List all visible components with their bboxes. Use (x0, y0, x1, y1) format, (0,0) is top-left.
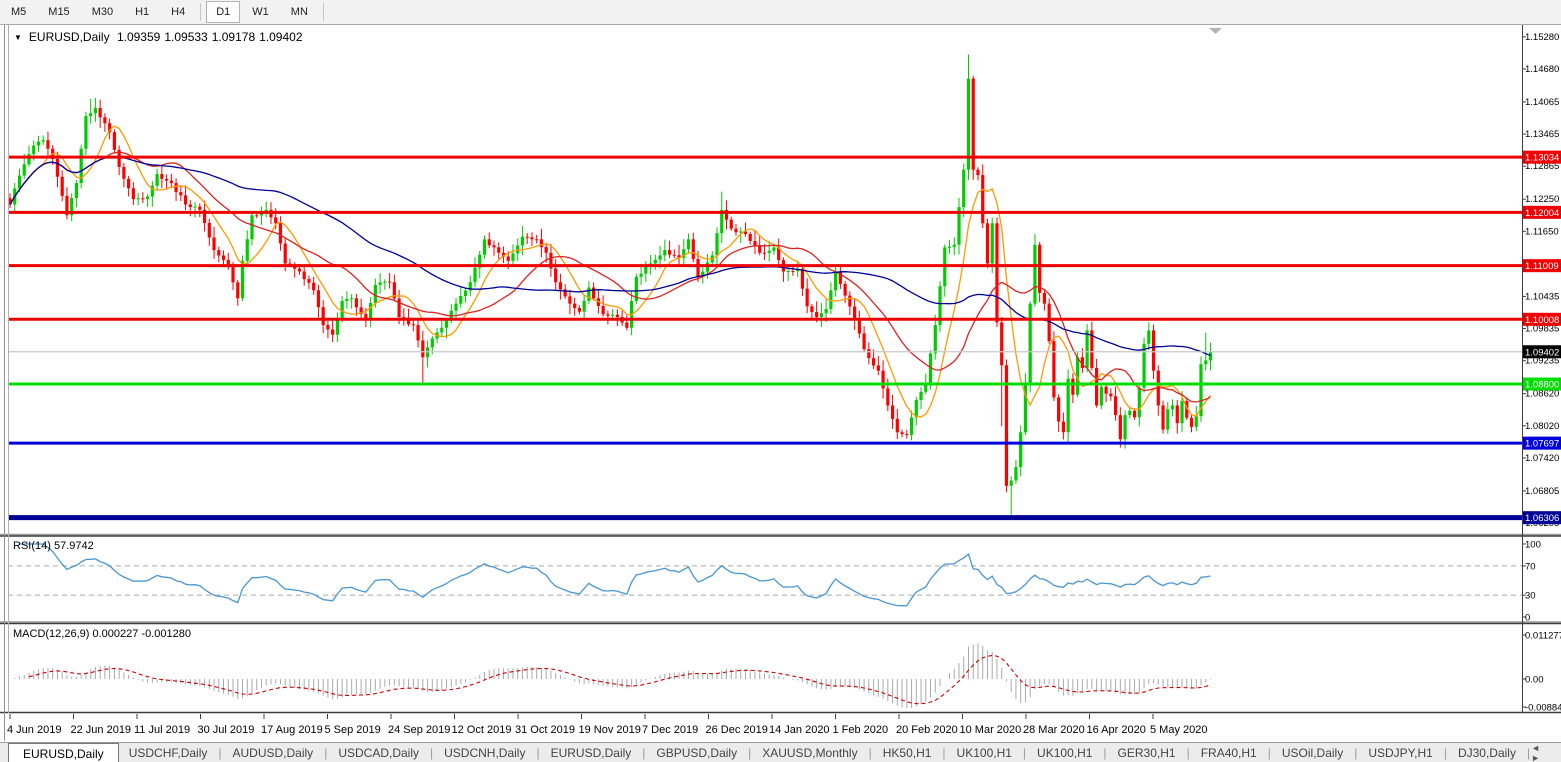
chart-canvas[interactable]: 1.152801.146801.140651.134651.128651.122… (0, 25, 1561, 742)
tab-eurusd-daily[interactable]: EURUSD,Daily (541, 744, 642, 762)
svg-text:5 Sep 2019: 5 Sep 2019 (325, 724, 381, 736)
tab-dj30-daily[interactable]: DJ30,Daily (1448, 744, 1526, 762)
tab-scroll-arrows[interactable]: ◄ ► (1531, 743, 1553, 762)
macd-pane[interactable] (8, 625, 1522, 711)
svg-text:1.13465: 1.13465 (1525, 129, 1559, 140)
svg-text:26 Dec 2019: 26 Dec 2019 (706, 724, 768, 736)
svg-text:1.14065: 1.14065 (1525, 97, 1559, 108)
svg-text:-0.00884: -0.00884 (1525, 703, 1561, 714)
ohlc-close: 1.09402 (259, 30, 302, 44)
svg-text:19 Nov 2019: 19 Nov 2019 (579, 724, 641, 736)
symbol-dropdown-icon[interactable]: ▼ (14, 33, 22, 42)
svg-text:17 Aug 2019: 17 Aug 2019 (261, 724, 323, 736)
tab-fra40-h1[interactable]: FRA40,H1 (1191, 744, 1267, 762)
timeframe-button-h4[interactable]: H4 (161, 1, 195, 23)
tab-uk100-h1[interactable]: UK100,H1 (1027, 744, 1102, 762)
tab-eurusd-daily[interactable]: EURUSD,Daily (8, 743, 119, 762)
chart-symbol-label: EURUSD,Daily (29, 30, 110, 44)
rsi-indicator-label: RSI(14) 57.9742 (13, 540, 94, 552)
svg-text:14 Jan 2020: 14 Jan 2020 (769, 724, 830, 736)
svg-text:70: 70 (1525, 561, 1536, 572)
svg-text:1.10008: 1.10008 (1525, 315, 1559, 326)
svg-text:1.07697: 1.07697 (1525, 439, 1559, 450)
svg-text:1 Feb 2020: 1 Feb 2020 (833, 724, 889, 736)
tab-usdcad-daily[interactable]: USDCAD,Daily (328, 744, 429, 762)
toolbar-separator (323, 3, 324, 21)
svg-text:7 Dec 2019: 7 Dec 2019 (642, 724, 698, 736)
chart-window: 1.152801.146801.140651.134651.128651.122… (0, 25, 1561, 742)
svg-text:0: 0 (1525, 613, 1530, 624)
ohlc-high: 1.09533 (164, 30, 207, 44)
svg-text:12 Oct 2019: 12 Oct 2019 (452, 724, 512, 736)
tab-ger30-h1[interactable]: GER30,H1 (1108, 744, 1186, 762)
svg-text:5 May 2020: 5 May 2020 (1150, 724, 1207, 736)
svg-text:1.14680: 1.14680 (1525, 64, 1559, 75)
rsi-axis: 100 70 30 0 (1522, 540, 1541, 624)
svg-text:1.08800: 1.08800 (1525, 380, 1559, 391)
tab-audusd-daily[interactable]: AUDUSD,Daily (223, 744, 324, 762)
svg-text:24 Sep 2019: 24 Sep 2019 (388, 724, 450, 736)
tab-uk100-h1[interactable]: UK100,H1 (947, 744, 1022, 762)
svg-text:30: 30 (1525, 591, 1536, 602)
main-price-pane[interactable] (8, 25, 1522, 533)
svg-text:1.10435: 1.10435 (1525, 291, 1559, 302)
svg-text:1.09402: 1.09402 (1525, 347, 1559, 358)
timeframe-button-m5[interactable]: M5 (1, 1, 36, 23)
macd-axis: 0.011277 0.00 -0.00884 (1522, 631, 1561, 714)
timeframe-button-w1[interactable]: W1 (242, 1, 279, 23)
timeframe-toolbar: M5M15M30H1H4 D1W1MN (0, 0, 1561, 25)
svg-text:0.011277: 0.011277 (1525, 631, 1561, 642)
tab-gbpusd-daily[interactable]: GBPUSD,Daily (646, 744, 747, 762)
chart-title: ▼ EURUSD,Daily 1.09359 1.09533 1.09178 1.094… (14, 30, 303, 44)
tab-usdcnh-daily[interactable]: USDCNH,Daily (434, 744, 535, 762)
svg-text:1.07420: 1.07420 (1525, 453, 1559, 464)
tab-hk50-h1[interactable]: HK50,H1 (873, 744, 942, 762)
macd-indicator-label: MACD(12,26,9) 0.000227 -0.001280 (13, 628, 191, 640)
svg-text:4 Jun 2019: 4 Jun 2019 (7, 724, 61, 736)
svg-text:28 Mar 2020: 28 Mar 2020 (1023, 724, 1085, 736)
svg-text:30 Jul 2019: 30 Jul 2019 (198, 724, 255, 736)
timeframe-button-d1[interactable]: D1 (206, 1, 240, 23)
ohlc-open: 1.09359 (117, 30, 160, 44)
svg-text:1.11009: 1.11009 (1525, 261, 1559, 272)
svg-text:1.15280: 1.15280 (1525, 32, 1559, 43)
toolbar-separator (200, 3, 201, 21)
svg-text:100: 100 (1525, 540, 1541, 551)
tab-xauusd-monthly[interactable]: XAUUSD,Monthly (752, 744, 867, 762)
svg-text:11 Jul 2019: 11 Jul 2019 (134, 724, 190, 736)
svg-text:1.12250: 1.12250 (1525, 194, 1559, 205)
svg-text:0.00: 0.00 (1525, 675, 1544, 686)
trading-app-window: M5M15M30H1H4 D1W1MN 1.15280 1.14680 1.14065… (0, 0, 1561, 762)
rsi-pane[interactable] (8, 537, 1522, 620)
svg-text:1.13034: 1.13034 (1525, 153, 1559, 164)
price-axis-badges: 1.13034 1.12004 1.11009 1.10008 1.08800 1.076… (1523, 151, 1561, 525)
timeframe-button-m15[interactable]: M15 (38, 1, 79, 23)
svg-text:22 Jun 2019: 22 Jun 2019 (71, 724, 132, 736)
svg-text:1.06306: 1.06306 (1525, 513, 1559, 524)
timeframe-button-mn[interactable]: MN (281, 1, 318, 23)
svg-text:1.08020: 1.08020 (1525, 421, 1559, 432)
timeframe-button-h1[interactable]: H1 (125, 1, 159, 23)
svg-text:16 Apr 2020: 16 Apr 2020 (1087, 724, 1146, 736)
tab-usoil-daily[interactable]: USOil,Daily (1272, 744, 1353, 762)
chart-tab-bar: EURUSD,DailyUSDCHF,Daily|AUDUSD,Daily|US… (0, 742, 1561, 762)
price-axis: 1.152801.146801.140651.134651.128651.122… (1522, 32, 1559, 529)
tab-usdchf-daily[interactable]: USDCHF,Daily (119, 744, 218, 762)
ohlc-low: 1.09178 (212, 30, 255, 44)
svg-text:1.12004: 1.12004 (1525, 208, 1559, 219)
svg-text:10 Mar 2020: 10 Mar 2020 (960, 724, 1022, 736)
tab-usdjpy-h1[interactable]: USDJPY,H1 (1358, 744, 1442, 762)
svg-text:31 Oct 2019: 31 Oct 2019 (515, 724, 575, 736)
timeframe-button-m30[interactable]: M30 (82, 1, 123, 23)
svg-text:1.06805: 1.06805 (1525, 486, 1559, 497)
svg-text:1.11650: 1.11650 (1525, 226, 1559, 237)
date-axis: 4 Jun 2019 22 Jun 201911 Jul 2019 30 Jul 2… (7, 714, 1207, 736)
svg-text:20 Feb 2020: 20 Feb 2020 (896, 724, 958, 736)
